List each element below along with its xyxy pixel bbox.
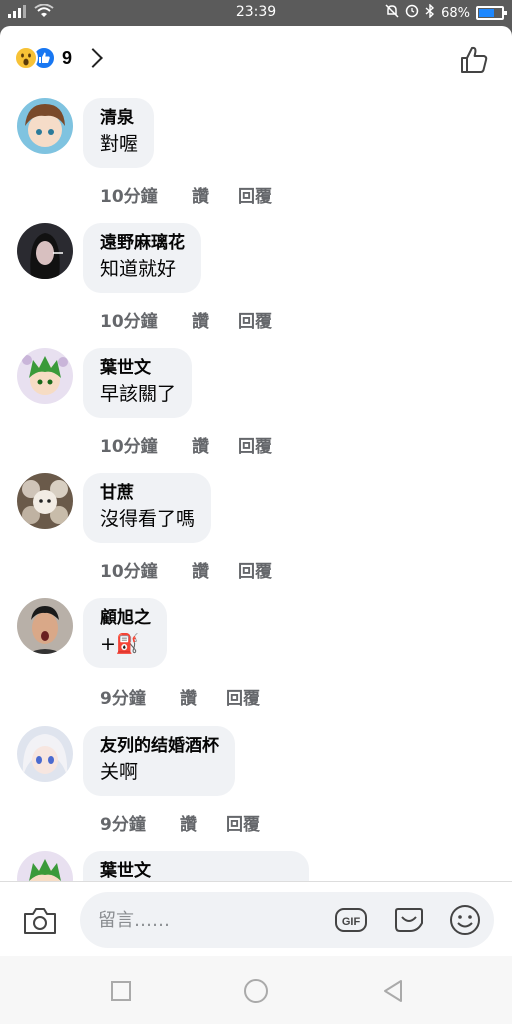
like-button[interactable]: 讚 — [192, 557, 238, 582]
comment-bubble[interactable]: 友列的结婚酒杯 关啊 — [83, 726, 235, 796]
like-button[interactable]: 讚 — [192, 307, 238, 332]
comment-time[interactable]: 9分鐘 — [100, 684, 180, 709]
comment-text: 沒得看了嗎 — [100, 508, 196, 530]
smiley-icon — [450, 905, 480, 935]
like-post-button[interactable] — [458, 44, 490, 76]
comment-time[interactable]: 9分鐘 — [100, 810, 180, 835]
comment-actions: 9分鐘 讚 回覆 — [100, 810, 260, 835]
like-button[interactable]: 讚 — [180, 684, 226, 709]
comment-time[interactable]: 10分鐘 — [100, 182, 192, 207]
comment-input-pill: GIF — [80, 892, 494, 948]
comment-author[interactable]: 遠野麻璃花 — [100, 231, 185, 255]
comment-bubble[interactable]: 甘蔗 沒得看了嗎 — [83, 473, 212, 543]
comment-bubble[interactable]: 顧旭之 +⛽ — [83, 598, 167, 668]
reply-button[interactable]: 回覆 — [238, 307, 272, 332]
comment-actions: 10分鐘 讚 回覆 — [100, 182, 272, 207]
sticker-icon — [395, 908, 423, 932]
avatar[interactable] — [17, 726, 73, 782]
recents-button[interactable] — [108, 978, 134, 1004]
comment-author[interactable]: 甘蔗 — [100, 481, 195, 505]
comment-text: +⛽ — [100, 633, 140, 655]
comment-time[interactable]: 10分鐘 — [100, 557, 192, 582]
reply-button[interactable]: 回覆 — [226, 684, 260, 709]
bluetooth-icon — [425, 3, 435, 22]
comment-bubble[interactable]: 清泉 對喔 — [83, 98, 155, 168]
comment-actions: 10分鐘 讚 回覆 — [100, 432, 272, 457]
gif-icon: GIF — [335, 908, 367, 932]
comment-text: 知道就好 — [100, 258, 177, 280]
system-nav-bar — [0, 956, 512, 1024]
comment-actions: 10分鐘 讚 回覆 — [100, 307, 272, 332]
comment-time[interactable]: 10分鐘 — [100, 307, 192, 332]
comments-sheet: 9 清泉 對喔 10分鐘 讚 回覆 遠野麻璃花 知道就好 10分鐘 讚 回覆 葉… — [0, 26, 512, 1024]
camera-icon — [24, 908, 56, 934]
square-icon — [111, 981, 131, 1001]
home-button[interactable] — [243, 978, 269, 1004]
comment-actions: 10分鐘 讚 回覆 — [100, 557, 272, 582]
chevron-right-icon[interactable] — [83, 48, 103, 68]
avatar[interactable] — [17, 598, 73, 654]
comment-composer: GIF — [0, 881, 512, 956]
comment-author[interactable]: 友列的结婚酒杯 — [100, 734, 219, 758]
reply-button[interactable]: 回覆 — [238, 557, 272, 582]
avatar[interactable] — [17, 473, 73, 529]
comment-text: 早該關了 — [100, 383, 177, 405]
comment-actions: 9分鐘 讚 回覆 — [100, 684, 260, 709]
reaction-count: 9 — [62, 47, 73, 68]
comment-text: 對喔 — [100, 133, 139, 155]
like-button[interactable]: 讚 — [192, 182, 238, 207]
svg-text:GIF: GIF — [342, 916, 361, 928]
comment-author[interactable]: 葉世文 — [100, 859, 293, 883]
avatar[interactable] — [17, 348, 73, 404]
avatar[interactable] — [17, 98, 73, 154]
like-button[interactable]: 讚 — [192, 432, 238, 457]
back-triangle-icon — [384, 980, 402, 1002]
emoji-button[interactable] — [448, 903, 482, 937]
comment-author[interactable]: 顧旭之 — [100, 606, 151, 630]
comment-text: 关啊 — [100, 761, 139, 783]
comment-input[interactable] — [98, 906, 328, 934]
comment-bubble[interactable]: 遠野麻璃花 知道就好 — [83, 223, 201, 293]
reply-button[interactable]: 回覆 — [238, 182, 272, 207]
battery-icon — [476, 6, 507, 20]
status-right: 68% — [385, 3, 507, 22]
reactions-summary[interactable]: 9 — [14, 44, 103, 72]
comment-author[interactable]: 葉世文 — [100, 356, 176, 380]
comment-bubble[interactable]: 葉世文 早該關了 — [83, 348, 193, 418]
circle-icon — [244, 979, 268, 1003]
mute-bell-icon — [385, 4, 399, 22]
status-bar: 23:39 68% — [0, 0, 512, 26]
reply-button[interactable]: 回覆 — [226, 810, 260, 835]
alarm-icon — [405, 4, 419, 22]
wow-emoji-icon — [14, 46, 38, 70]
avatar[interactable] — [17, 223, 73, 279]
comment-author[interactable]: 清泉 — [100, 106, 138, 130]
sticker-button[interactable] — [392, 903, 426, 937]
comment-time[interactable]: 10分鐘 — [100, 432, 192, 457]
back-button[interactable] — [380, 978, 406, 1004]
thumbs-up-icon — [461, 46, 488, 73]
battery-percent: 68% — [441, 5, 470, 21]
reply-button[interactable]: 回覆 — [238, 432, 272, 457]
camera-button[interactable] — [22, 906, 58, 936]
like-button[interactable]: 讚 — [180, 810, 226, 835]
gif-button[interactable]: GIF — [334, 903, 368, 937]
battery-fill — [479, 9, 494, 17]
